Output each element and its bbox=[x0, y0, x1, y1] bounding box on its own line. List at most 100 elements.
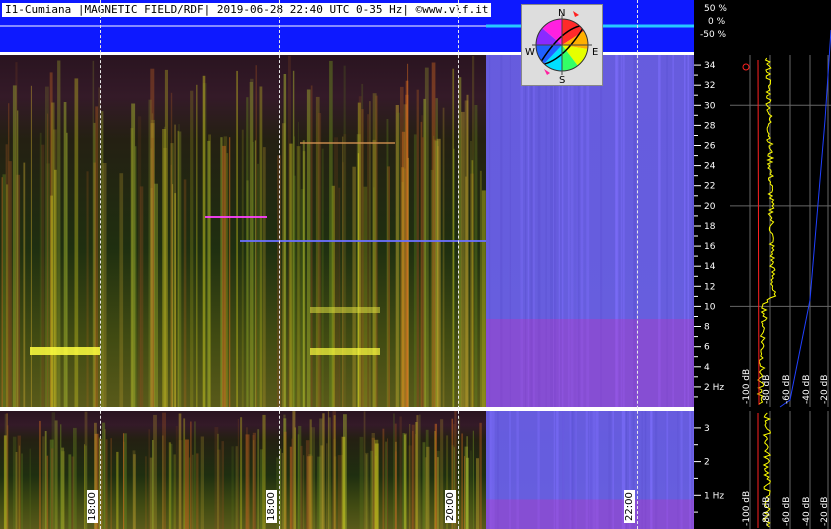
spectrogram-streak bbox=[190, 90, 194, 407]
spectrum-trace-red bbox=[757, 59, 760, 406]
spectrogram-streak bbox=[45, 86, 49, 407]
spectrogram-streak bbox=[183, 418, 186, 529]
spectrogram-streak bbox=[153, 414, 157, 529]
spectrogram-streak bbox=[412, 430, 414, 529]
spectrogram-streak bbox=[387, 438, 388, 529]
spectrogram-streak bbox=[241, 129, 244, 407]
spectrogram-streak bbox=[23, 162, 26, 407]
spectrogram-streak bbox=[63, 102, 67, 407]
time-gridline bbox=[637, 0, 638, 529]
spectrogram-streak bbox=[174, 124, 176, 407]
spectrogram-streak bbox=[68, 454, 72, 529]
frequency-axis-ticks: 2 Hz 4 6 8 10 12 14 16 18 20 22 24 26 28 30 32 34 1 Hz 2 3 bbox=[694, 61, 724, 513]
spectrogram-streak bbox=[433, 135, 435, 407]
spectrogram-streak bbox=[185, 439, 189, 529]
spectrogram-streak bbox=[369, 101, 371, 407]
spectrogram-streak bbox=[308, 454, 312, 529]
spectrogram-streak bbox=[300, 445, 303, 529]
frequency-tick-label: 18 bbox=[704, 222, 716, 232]
spectrogram-streak bbox=[317, 113, 322, 407]
spectrogram-streak bbox=[183, 179, 187, 407]
compass-n-label: N bbox=[558, 8, 565, 19]
spectrogram-streak bbox=[61, 447, 65, 529]
marker bbox=[742, 63, 750, 71]
spectrogram-streak bbox=[294, 427, 296, 529]
spectrogram-streak bbox=[151, 137, 155, 407]
spectrogram-streak bbox=[470, 450, 472, 529]
spectrogram-noise-band bbox=[486, 499, 694, 529]
spectrogram-streak bbox=[196, 453, 199, 529]
compass-rose-icon: N S E W bbox=[525, 8, 598, 85]
frequency-tick-label: 12 bbox=[704, 282, 715, 292]
frequency-tick-label: 1 Hz bbox=[704, 491, 724, 501]
spectrogram-streak bbox=[1, 177, 3, 407]
spectrogram-streak bbox=[105, 439, 108, 529]
frequency-tick-label: 28 bbox=[704, 121, 716, 131]
rdf-compass: N S E W bbox=[521, 4, 603, 86]
spectrogram-streak bbox=[214, 427, 219, 529]
spectrogram-streak bbox=[365, 452, 369, 529]
spectrogram-streak bbox=[472, 55, 475, 407]
spectrogram-streak bbox=[207, 140, 211, 407]
spectrogram-streak bbox=[21, 453, 23, 529]
spectrogram-line-feature bbox=[300, 142, 395, 144]
spectrogram-streak bbox=[84, 444, 86, 529]
spectrogram-streak bbox=[221, 441, 224, 529]
spectrogram-streak bbox=[436, 457, 439, 529]
spectrogram-streak bbox=[472, 430, 474, 529]
spectrogram-streak bbox=[404, 434, 406, 529]
spectrogram-streak bbox=[293, 175, 296, 407]
spectrogram-streak bbox=[320, 445, 323, 529]
spectrogram-streak bbox=[257, 429, 260, 529]
db-tick-label: -100 dB bbox=[742, 369, 752, 404]
spectrogram-streak bbox=[134, 146, 137, 407]
frequency-tick-label: 32 bbox=[704, 81, 715, 91]
spectrogram-streak bbox=[131, 103, 136, 407]
spectrogram-0-35hz-overlay bbox=[1, 55, 694, 407]
frequency-tick-label: 34 bbox=[704, 61, 716, 71]
spectrogram-streak bbox=[461, 433, 463, 529]
spectrogram-streak bbox=[252, 432, 256, 529]
spectrogram-streak bbox=[436, 138, 441, 407]
spectrogram-streak bbox=[170, 92, 173, 407]
spectrogram-streak bbox=[342, 136, 344, 407]
spectrogram-streak bbox=[252, 141, 254, 407]
spectrogram-streak bbox=[421, 115, 424, 407]
spectrogram-streak bbox=[202, 75, 206, 407]
spectrogram-streak bbox=[17, 435, 21, 529]
frequency-tick-label: 24 bbox=[704, 162, 716, 172]
spectrogram-streak bbox=[42, 436, 45, 529]
spectrogram-streak bbox=[17, 110, 19, 407]
db-tick-label: -60 dB bbox=[782, 497, 792, 526]
spectrogram-0-3hz bbox=[0, 411, 694, 529]
spectrogram-streak bbox=[424, 67, 429, 407]
spectrogram-streak bbox=[289, 143, 293, 407]
time-gridline bbox=[458, 0, 459, 529]
spectrogram-streak bbox=[479, 422, 482, 529]
spectrogram-streak bbox=[418, 414, 421, 529]
db-tick-label: -20 dB bbox=[820, 497, 830, 526]
spectrogram-streak bbox=[231, 446, 234, 529]
spectrogram-streak bbox=[334, 137, 338, 407]
frequency-tick-label: 6 bbox=[704, 343, 710, 353]
spectrogram-streak bbox=[236, 70, 238, 407]
time-gridline bbox=[279, 0, 280, 529]
spectrogram-streak bbox=[409, 424, 411, 529]
spectrogram-streak bbox=[245, 434, 250, 529]
spectrogram-streak bbox=[256, 163, 259, 407]
spectrogram-streak bbox=[6, 184, 9, 407]
spectrogram-streak bbox=[222, 145, 226, 407]
spectrogram-streak bbox=[30, 85, 32, 407]
frequency-tick-label: 16 bbox=[704, 242, 716, 252]
spectrogram-streak bbox=[479, 170, 482, 407]
compass-e-label: E bbox=[592, 47, 598, 58]
db-tick-label: -40 dB bbox=[802, 375, 812, 404]
frequency-tick-label: 2 Hz bbox=[704, 383, 724, 393]
spectrogram-streak bbox=[405, 94, 409, 407]
frequency-tick-label: 26 bbox=[704, 142, 716, 152]
spectrogram-streak bbox=[154, 183, 158, 407]
spectrogram-line-feature bbox=[205, 216, 267, 218]
spectrogram-streak bbox=[382, 428, 385, 529]
spectrogram-streak bbox=[51, 412, 56, 529]
spectrogram-streak bbox=[149, 457, 153, 529]
